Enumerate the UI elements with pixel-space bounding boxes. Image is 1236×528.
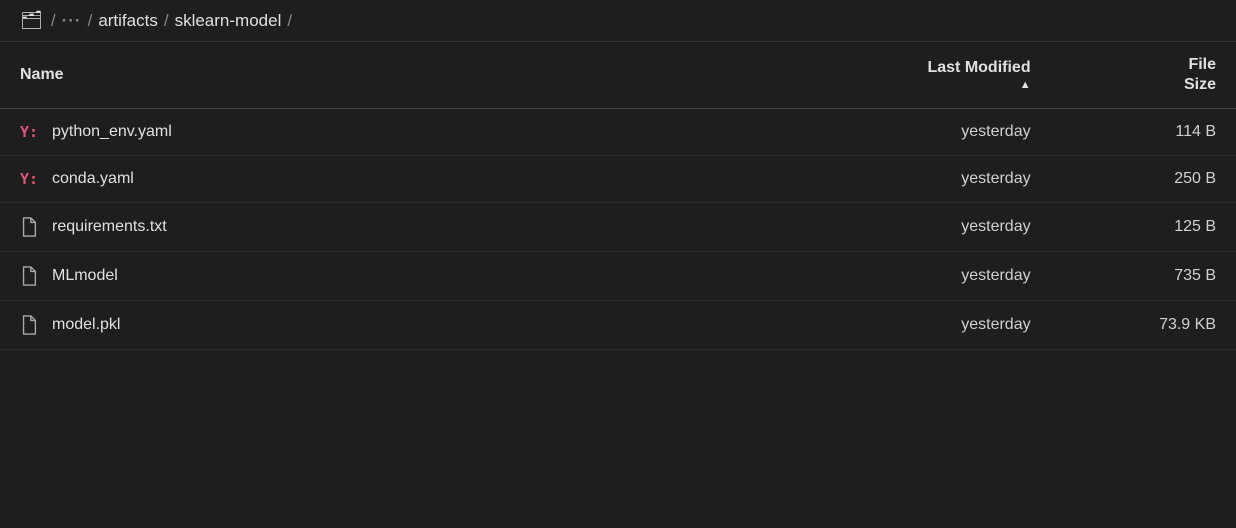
cell-size-1: 250 B <box>1051 156 1236 203</box>
file-name[interactable]: conda.yaml <box>52 170 134 188</box>
breadcrumb-sep-1: / <box>51 11 56 31</box>
cell-name-4: model.pkl <box>0 301 803 350</box>
table-row[interactable]: MLmodel yesterday735 B <box>0 252 1236 301</box>
cell-size-4: 73.9 KB <box>1051 301 1236 350</box>
cell-name-1: Y: conda.yaml <box>0 156 803 203</box>
cell-modified-3: yesterday <box>803 252 1050 301</box>
breadcrumb-sep-4: / <box>287 11 292 31</box>
yaml-icon: Y: <box>20 123 42 141</box>
cell-size-3: 735 B <box>1051 252 1236 301</box>
cell-modified-4: yesterday <box>803 301 1050 350</box>
column-header-name[interactable]: Name <box>0 42 803 109</box>
file-name[interactable]: python_env.yaml <box>52 123 172 141</box>
breadcrumb: 🗂 / ··· / artifacts / sklearn-model / <box>0 0 1236 42</box>
cell-modified-1: yesterday <box>803 156 1050 203</box>
table-row[interactable]: Y: python_env.yaml yesterday114 B <box>0 109 1236 156</box>
breadcrumb-artifacts[interactable]: artifacts <box>98 11 158 31</box>
column-header-modified[interactable]: Last Modified ▲ <box>803 42 1050 109</box>
sort-arrow-icon: ▲ <box>1020 79 1031 91</box>
breadcrumb-sklearn-model[interactable]: sklearn-model <box>175 11 282 31</box>
cell-name-2: requirements.txt <box>0 203 803 252</box>
breadcrumb-sep-3: / <box>164 11 169 31</box>
file-icon <box>20 266 42 286</box>
file-name[interactable]: model.pkl <box>52 316 120 334</box>
table-row[interactable]: Y: conda.yaml yesterday250 B <box>0 156 1236 203</box>
table-header-row: Name Last Modified ▲ File Size <box>0 42 1236 109</box>
file-table: Name Last Modified ▲ File Size Y: python_… <box>0 42 1236 350</box>
file-icon <box>20 217 42 237</box>
cell-modified-2: yesterday <box>803 203 1050 252</box>
file-name[interactable]: MLmodel <box>52 267 118 285</box>
cell-modified-0: yesterday <box>803 109 1050 156</box>
table-row[interactable]: requirements.txt yesterday125 B <box>0 203 1236 252</box>
cell-size-0: 114 B <box>1051 109 1236 156</box>
file-icon <box>20 315 42 335</box>
file-name[interactable]: requirements.txt <box>52 218 167 236</box>
folder-icon: 🗂 <box>20 10 43 31</box>
column-header-size[interactable]: File Size <box>1051 42 1236 109</box>
cell-size-2: 125 B <box>1051 203 1236 252</box>
cell-name-0: Y: python_env.yaml <box>0 109 803 156</box>
cell-name-3: MLmodel <box>0 252 803 301</box>
table-row[interactable]: model.pkl yesterday73.9 KB <box>0 301 1236 350</box>
breadcrumb-sep-2: / <box>88 11 93 31</box>
yaml-icon: Y: <box>20 170 42 188</box>
breadcrumb-ellipsis[interactable]: ··· <box>62 11 82 31</box>
